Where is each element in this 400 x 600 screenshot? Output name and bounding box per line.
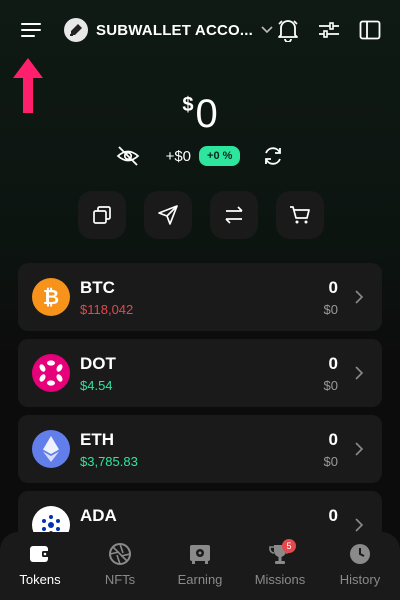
chevron-right-icon [355, 442, 364, 456]
aperture-icon [108, 541, 132, 567]
chevron-right-icon [355, 518, 364, 532]
balance-value: 0 [195, 92, 218, 136]
trophy-icon: 5 [268, 539, 296, 567]
account-selector[interactable]: SUBWALLET ACCO... [64, 16, 273, 44]
svg-text:₿: ₿ [43, 287, 59, 309]
token-symbol: ETH [80, 430, 114, 449]
wallet-home-screen: SUBWALLET ACCO... $ 0 +$0 +0 % ₿ BTC $11… [0, 0, 400, 600]
nav-label: NFTs [104, 572, 136, 587]
sidebar-toggle-button[interactable] [354, 14, 386, 46]
copy-icon [93, 206, 111, 224]
swap-button[interactable] [210, 191, 258, 239]
send-button[interactable] [144, 191, 192, 239]
change-percent-badge: +0 % [199, 146, 241, 166]
nav-label: Earning [177, 572, 223, 587]
chevron-right-icon [355, 290, 364, 304]
token-row-eth[interactable]: ETH $3,785.83 0 $0 [18, 415, 382, 483]
token-price: $4.54 [80, 378, 113, 393]
wallet-avatar-icon [64, 18, 88, 42]
hide-balance-button[interactable] [116, 146, 140, 166]
menu-button[interactable] [15, 14, 47, 46]
nav-label: Missions [254, 572, 306, 587]
nav-tab-missions[interactable]: 5 Missions [240, 532, 320, 600]
balance-change-row: +$0 +0 % [0, 142, 400, 170]
sliders-icon [319, 22, 339, 38]
nav-label: Tokens [19, 572, 61, 587]
token-symbol: DOT [80, 354, 116, 373]
bell-icon [278, 20, 298, 42]
token-price: $3,785.83 [80, 454, 138, 469]
bottom-nav: Tokens NFTs Earning 5 Missions History [0, 532, 400, 600]
chevron-right-icon [355, 366, 364, 380]
copy-address-button[interactable] [78, 191, 126, 239]
nav-tab-tokens[interactable]: Tokens [0, 532, 80, 600]
nav-tab-nfts[interactable]: NFTs [80, 532, 160, 600]
swap-icon [225, 206, 243, 224]
sidebar-icon [359, 20, 381, 40]
token-symbol: BTC [80, 278, 115, 297]
token-amount: 0 [328, 506, 338, 525]
balance-change: +$0 [165, 147, 192, 165]
buy-button[interactable] [276, 191, 324, 239]
token-row-btc[interactable]: ₿ BTC $118,042 0 $0 [18, 263, 382, 331]
token-amount: 0 [328, 278, 338, 297]
btc-logo-icon: ₿ [32, 278, 70, 316]
send-icon [158, 205, 178, 225]
token-price: $118,042 [80, 302, 134, 317]
missions-badge: 5 [282, 539, 296, 553]
refresh-icon [265, 147, 282, 165]
token-list: ₿ BTC $118,042 0 $0 DOT $4.54 0 $0 ETH $… [18, 263, 382, 567]
nav-tab-earning[interactable]: Earning [160, 532, 240, 600]
token-value: $0 [323, 454, 338, 469]
account-name: SUBWALLET ACCO... [96, 21, 254, 39]
nav-label: History [339, 572, 381, 587]
token-row-dot[interactable]: DOT $4.54 0 $0 [18, 339, 382, 407]
balance-currency: $ [182, 94, 194, 116]
total-balance: $ 0 [0, 90, 400, 140]
action-buttons [78, 191, 324, 239]
token-symbol: ADA [80, 506, 117, 525]
dot-logo-icon [32, 354, 70, 392]
top-bar: SUBWALLET ACCO... [0, 0, 400, 58]
token-amount: 0 [328, 354, 338, 373]
nav-tab-history[interactable]: History [320, 532, 400, 600]
clock-icon [348, 541, 372, 567]
token-value: $0 [323, 302, 338, 317]
refresh-button[interactable] [262, 145, 284, 167]
notifications-button[interactable] [272, 14, 304, 46]
eye-off-icon [116, 146, 139, 166]
cart-icon [290, 206, 310, 224]
safe-icon [188, 541, 212, 567]
token-amount: 0 [328, 430, 338, 449]
menu-icon [21, 23, 41, 37]
eth-logo-icon [32, 430, 70, 468]
token-value: $0 [323, 378, 338, 393]
wallet-icon [28, 541, 52, 567]
filter-button[interactable] [313, 14, 345, 46]
